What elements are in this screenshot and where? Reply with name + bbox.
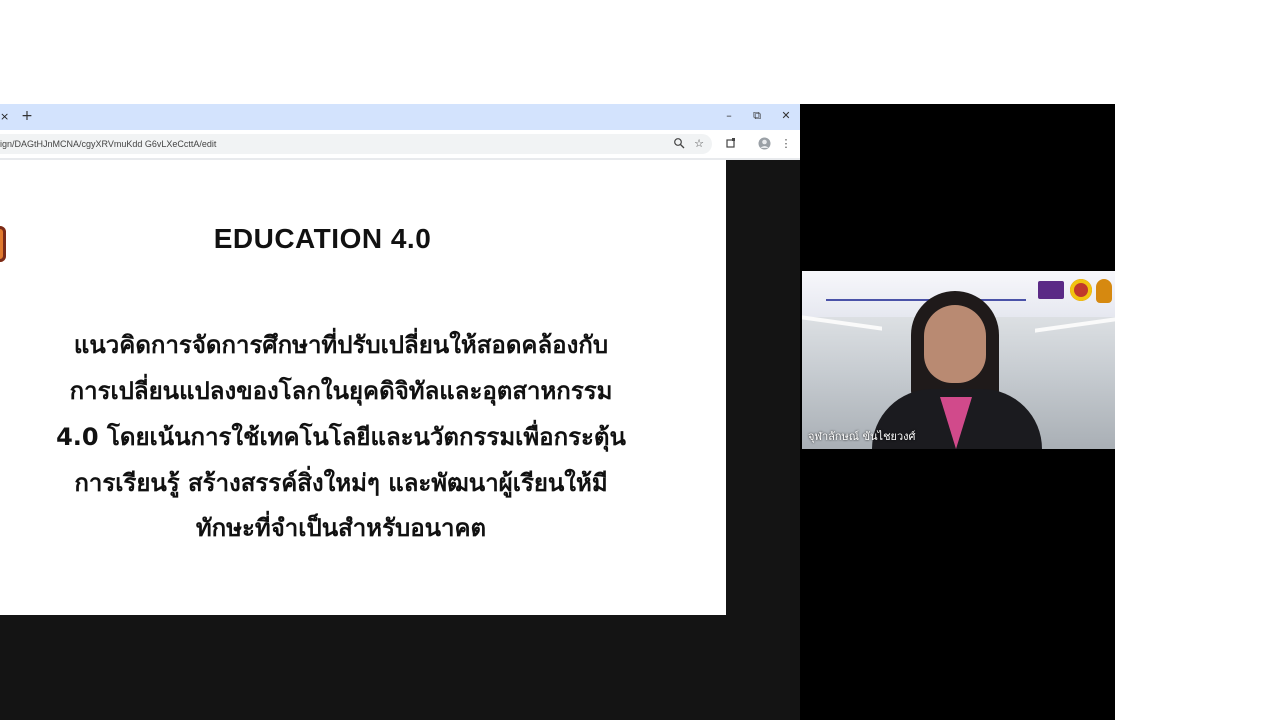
browser-tab-bar xyxy=(0,104,800,130)
slide-body-line: การเรียนรู้ สร้างสรรค์สิ่งใหม่ๆ และพัฒนา… xyxy=(74,469,608,497)
brand-logo xyxy=(1038,281,1064,299)
participant-video[interactable] xyxy=(802,271,1115,449)
ceiling-light xyxy=(1035,317,1115,333)
zoom-icon[interactable] xyxy=(672,137,686,151)
slide-body-line: 4.0 โดยเน้นการใช้เทคโนโลยีและนวัตกรรมเพื… xyxy=(56,423,626,451)
university-seal xyxy=(1070,279,1092,301)
close-window-button[interactable]: ✕ xyxy=(778,108,794,124)
extensions-icon[interactable] xyxy=(724,137,738,151)
menu-icon[interactable]: ⋮ xyxy=(779,137,793,151)
tab-close-icon[interactable]: × xyxy=(0,110,9,124)
restore-button[interactable]: ⧉ xyxy=(749,108,765,124)
slide-body-line: ทักษะที่จำเป็นสำหรับอนาคต xyxy=(195,514,487,542)
profile-icon[interactable] xyxy=(757,137,771,151)
ceiling-light xyxy=(802,315,882,331)
star-icon[interactable]: ☆ xyxy=(692,137,706,151)
participant-name: จุฬาลักษณ์ ขันไชยวงศ์ xyxy=(808,430,916,443)
slide-body-line: แนวคิดการจัดการศึกษาที่ปรับเปลี่ยนให้สอด… xyxy=(73,331,609,359)
new-tab-button[interactable]: + xyxy=(20,108,34,124)
slide-body-line: การเปลี่ยนแปลงของโลกในยุคดิจิทัลและอุตสา… xyxy=(69,377,613,405)
minimize-button[interactable]: – xyxy=(721,108,737,124)
emblem-logo xyxy=(1096,279,1112,303)
speaker-face xyxy=(924,305,986,383)
url-text[interactable]: ign/DAGtHJnMCNA/cgyXRVmuKdd G6vLXeCcttA/… xyxy=(0,137,400,151)
slide-title: EDUCATION 4.0 xyxy=(213,223,432,254)
